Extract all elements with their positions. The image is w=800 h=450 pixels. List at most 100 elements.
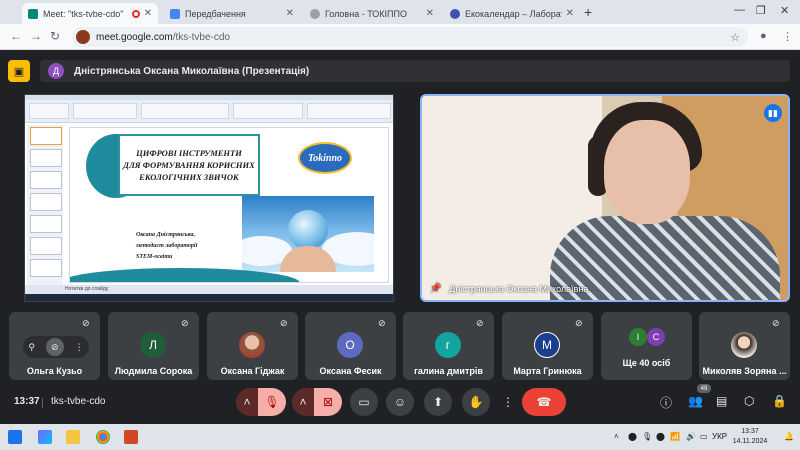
speaker-video[interactable]: ▮▮ 📌 Дністрянська Оксана Миколаївна — [420, 94, 790, 302]
camera-off-icon: ⊠ — [322, 395, 334, 409]
participant-tile[interactable]: ⊘ О Оксана Фесик — [305, 312, 396, 380]
windows-start-icon[interactable] — [8, 430, 22, 444]
more-options-button[interactable]: ⋮ — [498, 388, 518, 416]
globe-icon — [310, 8, 320, 19]
speaker-name: 📌 Дністрянська Оксана Миколаївна — [430, 283, 588, 294]
volume-icon[interactable]: 🔊 — [686, 432, 696, 441]
tray-app-icon[interactable]: ⬤ — [656, 432, 665, 441]
video-options-button[interactable]: ˄ — [292, 388, 314, 416]
close-tab-icon[interactable]: ✕ — [286, 8, 294, 19]
participant-tile[interactable]: ⊘ Оксана Гіджак — [207, 312, 298, 380]
copilot-icon[interactable] — [38, 430, 52, 444]
participant-name: Ольга Кузьо — [26, 366, 83, 376]
file-explorer-icon[interactable] — [66, 430, 80, 444]
camera-toggle-button[interactable]: ⊠ — [314, 388, 342, 416]
mic-off-icon: ⊘ — [772, 318, 780, 328]
profile-icon[interactable]: ● — [760, 30, 767, 42]
reactions-button[interactable]: ☺ — [386, 388, 414, 416]
participant-avatar: Л — [140, 332, 166, 358]
mic-off-icon: ⊘ — [575, 318, 583, 328]
menu-icon[interactable]: ⋮ — [782, 30, 793, 43]
meeting-info-icon[interactable]: ⓘ — [660, 394, 672, 411]
captions-icon: ▭ — [358, 395, 370, 409]
tile-controls: ⚲ ⊘ ⋮ — [23, 336, 89, 358]
activities-icon[interactable]: ⬡ — [744, 394, 754, 408]
presentation-icon[interactable]: ▣ — [8, 60, 30, 82]
clock-time: 13:37 — [741, 428, 759, 435]
participant-tile[interactable]: ⊘ M Марта Гринюка — [502, 312, 593, 380]
pin-icon[interactable]: ⚲ — [28, 342, 35, 353]
speaking-indicator-icon: ▮▮ — [764, 104, 782, 122]
notifications-icon[interactable]: 🔔 — [784, 432, 794, 441]
tray-expand-icon[interactable]: ˄ — [614, 432, 619, 441]
reload-icon[interactable]: ↻ — [50, 29, 60, 43]
tab-meet[interactable]: Meet: "tks-tvbe-cdo" ✕ — [22, 3, 158, 24]
slide-title-line: ЕКОЛОГІЧНИХ ЗВИЧОК — [139, 172, 239, 182]
new-tab-icon[interactable]: + — [584, 4, 592, 20]
participant-tile[interactable]: ⊘ Л Людмила Сорока — [108, 312, 199, 380]
site-favicon-icon — [450, 8, 460, 19]
tab-ecocalendar[interactable]: Екокалендар – Лабораторія STEM ✕ — [444, 3, 580, 24]
tab-strip: Meet: "tks-tvbe-cdo" ✕ Передбачення ✕ Го… — [0, 0, 800, 24]
more-options-icon[interactable]: ⋮ — [75, 342, 84, 353]
present-button[interactable]: ⬆ — [424, 388, 452, 416]
powerpoint-ribbon — [25, 95, 393, 123]
language-indicator[interactable]: УКР — [712, 432, 727, 441]
notes-bar: Нотатки до слайду — [25, 285, 393, 294]
close-tab-icon[interactable]: ✕ — [426, 8, 434, 19]
chrome-icon[interactable] — [96, 430, 110, 444]
participant-name: галина дмитрів — [414, 366, 483, 376]
site-info-icon[interactable] — [76, 30, 90, 44]
address-bar[interactable]: meet.google.com/tks-tvbe-cdo ☆ — [72, 27, 748, 47]
more-participants-tile[interactable]: І С Ще 40 осіб — [601, 312, 692, 380]
battery-icon[interactable]: ▭ — [700, 432, 708, 441]
participant-avatar: О — [337, 332, 363, 358]
powerpoint-icon[interactable] — [124, 430, 138, 444]
taskbar-clock[interactable]: 13:37 14.11.2024 — [730, 427, 770, 447]
leave-call-button[interactable]: ☎ — [522, 388, 566, 416]
more-vert-icon: ⋮ — [502, 395, 514, 409]
minimize-icon[interactable]: — — [734, 4, 745, 16]
globe-hands-image — [242, 196, 374, 272]
people-count-badge: 49 — [697, 384, 711, 393]
present-screen-icon: ⬆ — [432, 395, 444, 409]
close-tab-icon[interactable]: ✕ — [144, 8, 152, 19]
chevron-up-icon: ˄ — [299, 395, 307, 409]
mic-toggle-button[interactable]: 🎙 — [258, 388, 286, 416]
slide-canvas: ЦИФРОВІ ІНСТРУМЕНТИ ДЛЯ ФОРМУВАННЯ КОРИС… — [69, 127, 389, 283]
mute-participant-icon[interactable]: ⊘ — [45, 338, 64, 356]
participant-avatar: С — [647, 328, 665, 346]
restore-icon[interactable]: ❐ — [756, 4, 766, 17]
tab-predictions[interactable]: Передбачення ✕ — [164, 3, 300, 24]
slide-author: Оксана Дністрянська, методист лабораторі… — [136, 232, 198, 260]
bookmark-star-icon[interactable]: ☆ — [730, 31, 740, 44]
pin-icon[interactable]: 📌 — [430, 283, 441, 294]
forward-icon[interactable]: → — [30, 29, 42, 43]
presenter-avatar: Д — [48, 63, 64, 79]
close-window-icon[interactable]: ✕ — [780, 4, 789, 17]
site-favicon-icon — [170, 8, 180, 19]
tokippo-logo: Tokinno — [298, 142, 352, 174]
people-icon[interactable]: 👥 — [688, 394, 703, 408]
tray-app-icon[interactable]: ⬤ — [628, 432, 637, 441]
participant-tile[interactable]: ⊘ Миколяв Зоряна ... — [699, 312, 790, 380]
url-host: meet.google.com — [96, 31, 173, 43]
close-tab-icon[interactable]: ✕ — [566, 8, 574, 19]
browser-toolbar: ← → ↻ meet.google.com/tks-tvbe-cdo ☆ ● ⋮ — [0, 24, 800, 50]
tab-title: Передбачення — [185, 8, 246, 19]
hand-icon: ✋ — [468, 395, 484, 409]
speaker-face — [604, 120, 690, 224]
hang-up-icon: ☎ — [536, 395, 552, 409]
raise-hand-button[interactable]: ✋ — [462, 388, 490, 416]
network-icon[interactable]: 📶 — [670, 432, 680, 441]
captions-button[interactable]: ▭ — [350, 388, 378, 416]
host-controls-icon[interactable]: 🔒 — [772, 394, 787, 408]
audio-options-button[interactable]: ˄ — [236, 388, 258, 416]
mic-off-icon: ⊘ — [476, 318, 484, 328]
chat-icon[interactable]: ▤ — [716, 394, 727, 408]
back-icon[interactable]: ← — [10, 29, 22, 43]
participant-tile[interactable]: ⚲ ⊘ ⋮ ⊘ Ольга Кузьо — [9, 312, 100, 380]
tab-tokippo[interactable]: Головна - ТОКІППО ✕ — [304, 3, 440, 24]
participant-tile[interactable]: ⊘ г галина дмитрів — [403, 312, 494, 380]
mic-tray-icon[interactable]: 🎙 — [642, 432, 652, 441]
